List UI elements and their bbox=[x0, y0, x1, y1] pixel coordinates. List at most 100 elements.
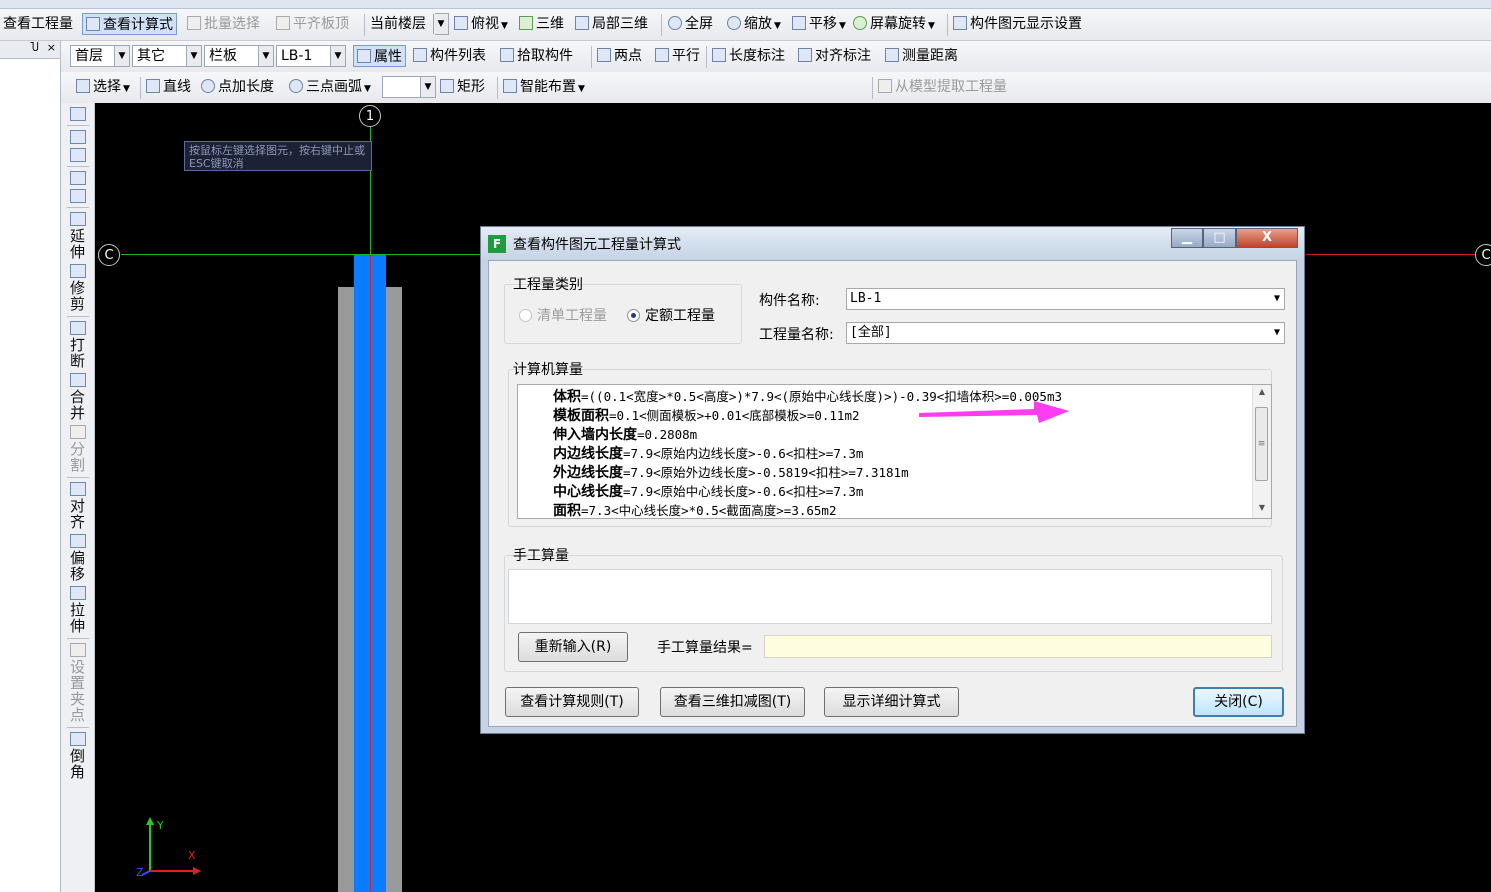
view-quantity-button[interactable]: 查看工程量 bbox=[3, 13, 73, 35]
layer-toolbar: 首层 ▼ 其它 ▼ 栏板 ▼ LB-1 ▼ 属性 构件列表 拾取构件 两点 平行 长度标… bbox=[60, 41, 1491, 73]
component-name-select[interactable]: LB-1 ▼ bbox=[846, 288, 1285, 310]
pan-button[interactable]: 平移 ▼ bbox=[792, 13, 846, 35]
parapet-centerline bbox=[370, 255, 371, 892]
component-select[interactable]: LB-1 ▼ bbox=[276, 45, 346, 67]
radio-quota-quantity[interactable]: 定额工程量 bbox=[627, 305, 715, 325]
toolbar-separator bbox=[66, 125, 89, 126]
scroll-thumb[interactable]: ≡ bbox=[1255, 407, 1268, 481]
measure-distance-button[interactable]: 测量距离 bbox=[885, 45, 958, 67]
pin-icon[interactable]: Ⴎ bbox=[30, 41, 39, 54]
screen-rotate-button[interactable]: 屏幕旋转 ▼ bbox=[853, 13, 935, 35]
set-grip-tool[interactable]: 设置夹点 bbox=[61, 643, 94, 723]
magnifier-icon bbox=[727, 16, 741, 30]
view-rules-button[interactable]: 查看计算规则(T) bbox=[505, 687, 639, 717]
chevron-down-icon: ▼ bbox=[928, 21, 935, 31]
local-3d-button[interactable]: 局部三维 bbox=[575, 13, 648, 35]
scroll-up-icon[interactable]: ▲ bbox=[1253, 387, 1271, 396]
extract-from-model-button[interactable]: 从模型提取工程量 bbox=[878, 76, 1007, 98]
toolbar-separator bbox=[66, 477, 89, 478]
display-settings-button[interactable]: 构件图元显示设置 bbox=[953, 13, 1082, 35]
show-detail-button[interactable]: 显示详细计算式 bbox=[824, 687, 959, 717]
radio-bill-quantity[interactable]: 清单工程量 bbox=[519, 305, 607, 325]
quantity-type-label: 工程量类别 bbox=[513, 277, 583, 293]
brush-tool[interactable] bbox=[61, 107, 94, 121]
quantity-name-select[interactable]: [全部] ▼ bbox=[846, 322, 1285, 344]
select-button[interactable]: 选择 ▼ bbox=[76, 76, 130, 98]
fullscreen-button[interactable]: 全屏 bbox=[668, 13, 713, 35]
batch-select-button[interactable]: 批量选择 bbox=[187, 13, 260, 35]
view-formula-button[interactable]: 查看计算式 bbox=[82, 13, 177, 35]
manual-calc-input[interactable] bbox=[508, 569, 1272, 624]
smart-layout-icon bbox=[503, 79, 517, 93]
offset-icon bbox=[69, 534, 86, 548]
close-window-button[interactable]: X bbox=[1236, 228, 1298, 248]
merge-tool[interactable]: 合并 bbox=[61, 373, 94, 421]
chevron-down-icon: ▼ bbox=[1273, 293, 1280, 304]
length-dim-button[interactable]: 长度标注 bbox=[712, 45, 785, 67]
cursor-icon bbox=[76, 79, 90, 93]
three-point-arc-button[interactable]: 三点画弧 ▼ bbox=[289, 76, 371, 98]
align-slab-top-button[interactable]: 平齐板顶 bbox=[276, 13, 349, 35]
minimize-button[interactable]: ▁ bbox=[1171, 228, 1203, 248]
merge-icon bbox=[69, 373, 86, 387]
three-d-button[interactable]: 三维 bbox=[519, 13, 564, 35]
computer-calc-textbox[interactable]: 体积=((0.1<宽度>*0.5<高度>)*7.9<(原始中心线长度)>)-0.… bbox=[517, 384, 1272, 519]
two-points-button[interactable]: 两点 bbox=[597, 45, 642, 67]
smart-layout-button[interactable]: 智能布置 ▼ bbox=[503, 76, 585, 98]
view-3d-deduct-button[interactable]: 查看三维扣减图(T) bbox=[660, 687, 805, 717]
arc-option-select[interactable]: ▼ bbox=[382, 76, 436, 98]
point-length-button[interactable]: 点加长度 bbox=[201, 76, 274, 98]
chevron-down-icon: ▼ bbox=[501, 21, 508, 31]
chevron-down-icon: ▼ bbox=[258, 46, 273, 66]
current-floor-button[interactable]: 当前楼层 bbox=[370, 13, 426, 35]
dialog-titlebar[interactable]: F 查看构件图元工程量计算式 ▁ □ X bbox=[481, 227, 1304, 259]
extend-tool[interactable]: 延伸 bbox=[61, 212, 94, 260]
copy-tool[interactable] bbox=[61, 130, 94, 144]
chamfer-tool[interactable]: 倒角 bbox=[61, 732, 94, 780]
break-tool[interactable]: 打断 bbox=[61, 321, 94, 369]
stretch-tool[interactable]: 拉伸 bbox=[61, 586, 94, 634]
offset-tool[interactable]: 偏移 bbox=[61, 534, 94, 582]
chevron-down-icon: ▼ bbox=[114, 46, 129, 66]
draw-toolbar: 选择 ▼ 直线 点加长度 三点画弧 ▼ ▼ 矩形 智能布置 ▼ 从模型提取工程量 bbox=[60, 72, 1491, 104]
pick-component-button[interactable]: 拾取构件 bbox=[500, 45, 573, 67]
component-list-button[interactable]: 构件列表 bbox=[413, 45, 486, 67]
align-icon bbox=[69, 482, 86, 496]
modify-toolbar: 延伸 修剪 打断 合并 分割 对齐 偏移 拉伸 设置夹点 倒角 bbox=[61, 103, 95, 892]
axis-line-c-red bbox=[1305, 254, 1491, 255]
manual-result-field[interactable] bbox=[764, 635, 1272, 658]
align-dim-button[interactable]: 对齐标注 bbox=[798, 45, 871, 67]
zoom-button[interactable]: 缩放 ▼ bbox=[727, 13, 781, 35]
parallel-icon bbox=[655, 48, 669, 62]
category-select[interactable]: 其它 ▼ bbox=[132, 45, 202, 67]
move-tool[interactable] bbox=[61, 171, 94, 185]
parallel-button[interactable]: 平行 bbox=[655, 45, 700, 67]
toolbar-separator bbox=[66, 207, 89, 208]
maximize-button[interactable]: □ bbox=[1203, 228, 1236, 248]
split-tool[interactable]: 分割 bbox=[61, 425, 94, 473]
floor-select[interactable]: 首层 ▼ bbox=[70, 45, 130, 67]
align-tool[interactable]: 对齐 bbox=[61, 482, 94, 530]
type-select[interactable]: 栏板 ▼ bbox=[204, 45, 274, 67]
chevron-down-icon: ▼ bbox=[186, 46, 201, 66]
current-floor-dropdown[interactable]: ▼ bbox=[433, 13, 449, 35]
close-icon[interactable]: × bbox=[47, 41, 56, 54]
extend-icon bbox=[69, 212, 86, 226]
chevron-down-icon: ▼ bbox=[433, 14, 448, 34]
top-view-button[interactable]: 俯视 ▼ bbox=[454, 13, 508, 35]
trim-tool[interactable]: 修剪 bbox=[61, 264, 94, 312]
close-button[interactable]: 关闭(C) bbox=[1193, 687, 1284, 717]
calc-scrollbar[interactable]: ▲ ≡ ▼ bbox=[1252, 385, 1271, 518]
arc-icon bbox=[289, 79, 303, 93]
rect-button[interactable]: 矩形 bbox=[440, 76, 485, 98]
reinput-button[interactable]: 重新输入(R) bbox=[518, 632, 628, 662]
annotation-arrow bbox=[919, 401, 1069, 423]
line-button[interactable]: 直线 bbox=[146, 76, 191, 98]
calc-line: 伸入墙内长度=0.2808m bbox=[553, 427, 698, 443]
mirror-tool[interactable] bbox=[61, 148, 94, 162]
move-icon bbox=[69, 171, 86, 185]
two-points-icon bbox=[597, 48, 611, 62]
properties-button[interactable]: 属性 bbox=[353, 45, 406, 67]
rotate-tool[interactable] bbox=[61, 189, 94, 203]
scroll-down-icon[interactable]: ▼ bbox=[1253, 503, 1271, 512]
